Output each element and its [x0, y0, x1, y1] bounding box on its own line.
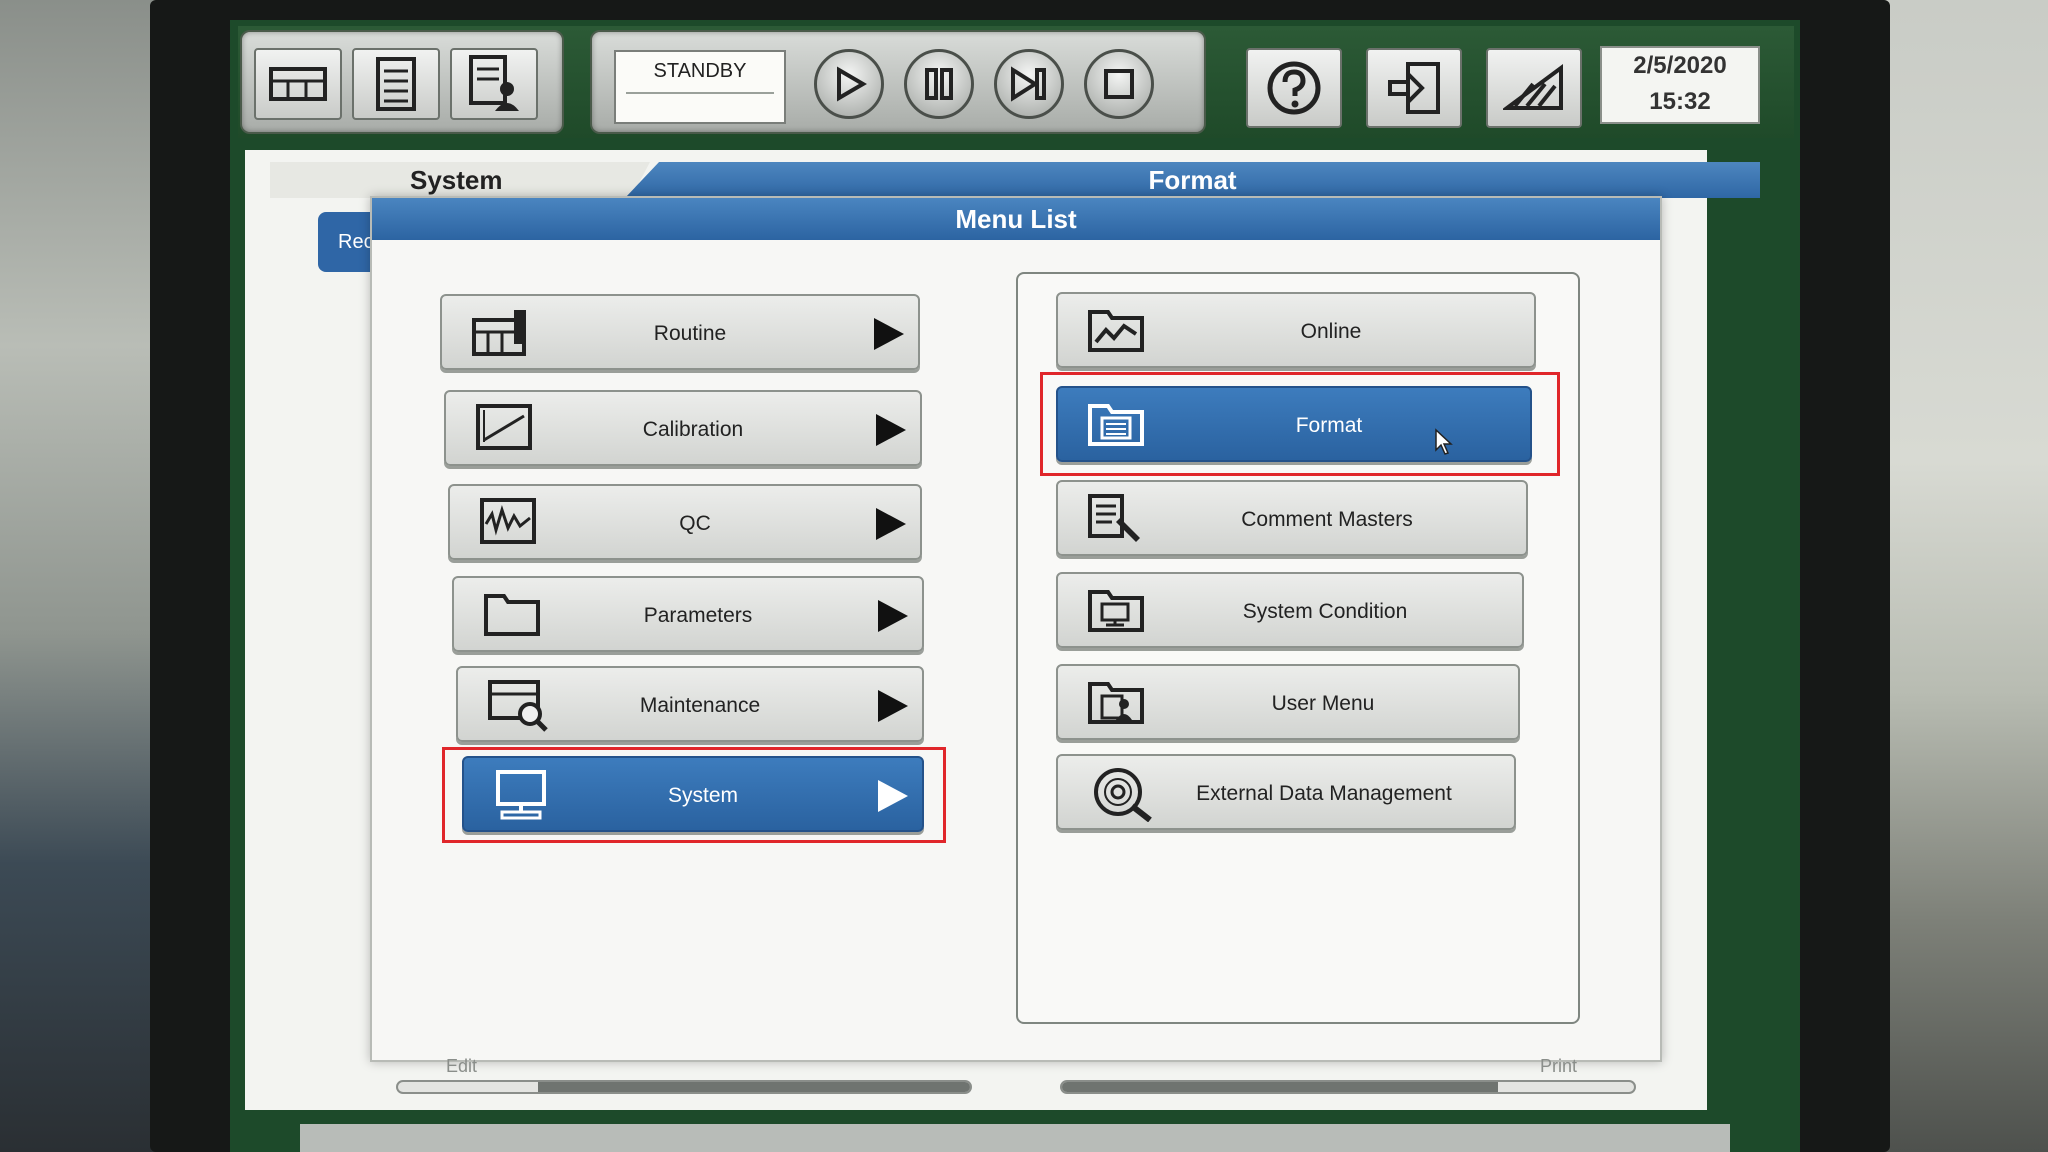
help-button[interactable]: [1246, 48, 1342, 128]
pause-button[interactable]: [904, 49, 974, 119]
menu-item-qc[interactable]: QC: [448, 484, 922, 560]
submenu-item-label: Comment Masters: [1241, 508, 1413, 531]
tab-bar: System Format: [270, 162, 1760, 198]
submenu-item-external-data-management[interactable]: External Data Management: [1056, 754, 1516, 830]
edit-label: Edit: [446, 1056, 478, 1076]
tab-format[interactable]: Format: [625, 162, 1760, 198]
date-text: 2/5/2020: [1633, 52, 1727, 79]
menu-item-label: Maintenance: [639, 694, 761, 717]
shutdown-button[interactable]: [1486, 48, 1582, 128]
submenu-item-comment-masters[interactable]: Comment Masters: [1056, 480, 1528, 556]
status-text: STANDBY: [653, 60, 747, 82]
right-scrollbar[interactable]: [1060, 1080, 1636, 1094]
status-display: STANDBY: [614, 50, 786, 124]
step-icon: [1009, 66, 1049, 102]
top-toolbar: STANDBY: [238, 26, 1794, 138]
bottom-status-bar: [300, 1124, 1730, 1152]
menu-item-label: QC: [679, 512, 711, 535]
user-list-button[interactable]: [450, 48, 538, 120]
stop-icon: [1101, 66, 1137, 102]
highlight-box-system: [442, 747, 946, 843]
user-menu-icon: [1086, 676, 1146, 730]
date-time-display: 2/5/2020 15:32: [1600, 46, 1760, 124]
menu-item-parameters[interactable]: Parameters: [452, 576, 924, 652]
arrow-right-icon: [874, 318, 904, 350]
tab-system[interactable]: System: [270, 162, 650, 198]
submenu-item-online[interactable]: Online: [1056, 292, 1536, 368]
submenu-item-label: External Data Management: [1196, 782, 1452, 805]
submenu-item-label: Online: [1300, 320, 1362, 343]
arrow-right-icon: [876, 508, 906, 540]
calibration-icon: [474, 402, 534, 456]
menu-item-calibration[interactable]: Calibration: [444, 390, 922, 466]
start-icon: [831, 66, 867, 102]
user-list-icon: [467, 55, 521, 113]
menu-item-label: Routine: [653, 322, 727, 345]
menu-item-label: Calibration: [642, 418, 744, 441]
right-scrollbar-thumb[interactable]: [1062, 1082, 1498, 1092]
step-button[interactable]: [994, 49, 1064, 119]
toolbar-run-group: STANDBY: [590, 30, 1206, 134]
folder-icon: [482, 588, 542, 642]
submenu-item-system-condition[interactable]: System Condition: [1056, 572, 1524, 648]
menu-item-routine[interactable]: Routine: [440, 294, 920, 370]
comment-icon: [1086, 492, 1146, 546]
arrow-right-icon: [878, 600, 908, 632]
maintenance-icon: [486, 678, 548, 732]
print-label: Print: [1540, 1056, 1578, 1076]
pause-icon: [921, 66, 957, 102]
start-button[interactable]: [814, 49, 884, 119]
qc-icon: [478, 496, 538, 550]
time-text: 15:32: [1649, 88, 1711, 115]
list-icon: [374, 57, 418, 111]
arrow-right-icon: [878, 690, 908, 722]
disc-search-icon: [1092, 766, 1152, 822]
online-icon: [1086, 304, 1146, 358]
left-scrollbar-thumb[interactable]: [538, 1082, 970, 1092]
submenu-item-label: System Condition: [1242, 600, 1408, 623]
arrow-right-icon: [876, 414, 906, 446]
left-scrollbar[interactable]: [396, 1080, 972, 1094]
submenu-item-label: User Menu: [1271, 692, 1375, 715]
help-icon: [1266, 60, 1322, 116]
highlight-box-format: [1040, 372, 1560, 476]
dialog-title: Menu List: [372, 198, 1660, 240]
list-button[interactable]: [352, 48, 440, 120]
submenu-item-user-menu[interactable]: User Menu: [1056, 664, 1520, 740]
system-condition-icon: [1086, 584, 1146, 638]
stop-button[interactable]: [1084, 49, 1154, 119]
shutdown-icon: [1503, 64, 1565, 112]
rack-icon: [268, 61, 328, 107]
toolbar-left-group: [240, 30, 564, 134]
logout-icon: [1386, 60, 1442, 116]
rack-button[interactable]: [254, 48, 342, 120]
menu-item-maintenance[interactable]: Maintenance: [456, 666, 924, 742]
routine-icon: [470, 306, 530, 360]
menu-item-label: Parameters: [643, 604, 753, 627]
logout-button[interactable]: [1366, 48, 1462, 128]
